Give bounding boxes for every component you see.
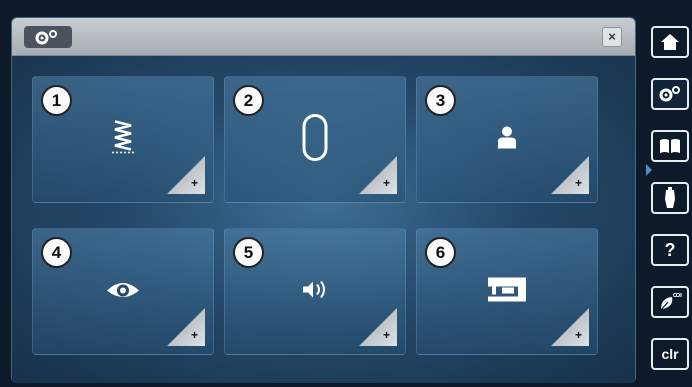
tile-stitch-settings[interactable]: 1 + <box>32 76 214 203</box>
eco-icon <box>660 292 682 311</box>
tile-display-settings[interactable]: 4 + <box>32 228 214 355</box>
plus-icon: + <box>190 328 198 342</box>
tile-corner <box>167 156 205 194</box>
tile-number: 2 <box>233 85 264 116</box>
active-indicator <box>646 164 652 176</box>
settings-content: 1 + 2 + 3 + 4 + 5 + 6 + <box>12 56 635 383</box>
book-icon <box>660 139 680 153</box>
tile-corner <box>167 308 205 346</box>
tile-number: 5 <box>233 237 264 268</box>
plus-icon: + <box>190 176 198 190</box>
settings-button[interactable] <box>646 78 689 176</box>
settings-window: × 1 + 2 + 3 + 4 + 5 + 6 + <box>11 17 636 383</box>
eye-icon <box>105 277 141 306</box>
sewing-machine-icon <box>486 274 528 309</box>
tile-corner <box>551 156 589 194</box>
tile-audio-settings[interactable]: 5 + <box>224 228 406 355</box>
settings-gears-icon <box>35 30 57 45</box>
hoop-icon <box>300 112 330 167</box>
titlebar: × <box>12 18 635 56</box>
tile-corner <box>551 308 589 346</box>
plus-icon: + <box>574 328 582 342</box>
help-icon: ? <box>664 240 676 260</box>
clear-icon: clr <box>661 346 679 362</box>
close-button[interactable]: × <box>602 27 622 47</box>
tile-number: 6 <box>425 237 456 268</box>
plus-icon: + <box>382 176 390 190</box>
clear-button[interactable]: clr <box>651 338 689 370</box>
settings-icon <box>659 86 680 102</box>
sewing-consultant-icon <box>665 187 675 208</box>
user-icon <box>495 124 519 155</box>
home-button[interactable] <box>651 26 689 58</box>
tile-corner <box>359 308 397 346</box>
eco-button[interactable] <box>651 286 689 318</box>
plus-icon: + <box>382 328 390 342</box>
close-icon: × <box>608 29 616 44</box>
sewing-consultant-button[interactable] <box>651 182 689 214</box>
stitch-zigzag-icon <box>111 117 135 162</box>
tile-number: 1 <box>41 85 72 116</box>
tile-embroidery-settings[interactable]: 2 + <box>224 76 406 203</box>
home-icon <box>661 34 679 50</box>
tile-user-settings[interactable]: 3 + <box>416 76 598 203</box>
help-button[interactable]: ? <box>651 234 689 266</box>
plus-icon: + <box>574 176 582 190</box>
tile-number: 3 <box>425 85 456 116</box>
tile-corner <box>359 156 397 194</box>
tile-machine-settings[interactable]: 6 + <box>416 228 598 355</box>
settings-tab[interactable] <box>24 26 72 48</box>
sidebar: ? clr <box>646 17 689 383</box>
tutorial-button[interactable] <box>651 130 689 162</box>
speaker-icon <box>300 278 330 305</box>
tile-number: 4 <box>41 237 72 268</box>
